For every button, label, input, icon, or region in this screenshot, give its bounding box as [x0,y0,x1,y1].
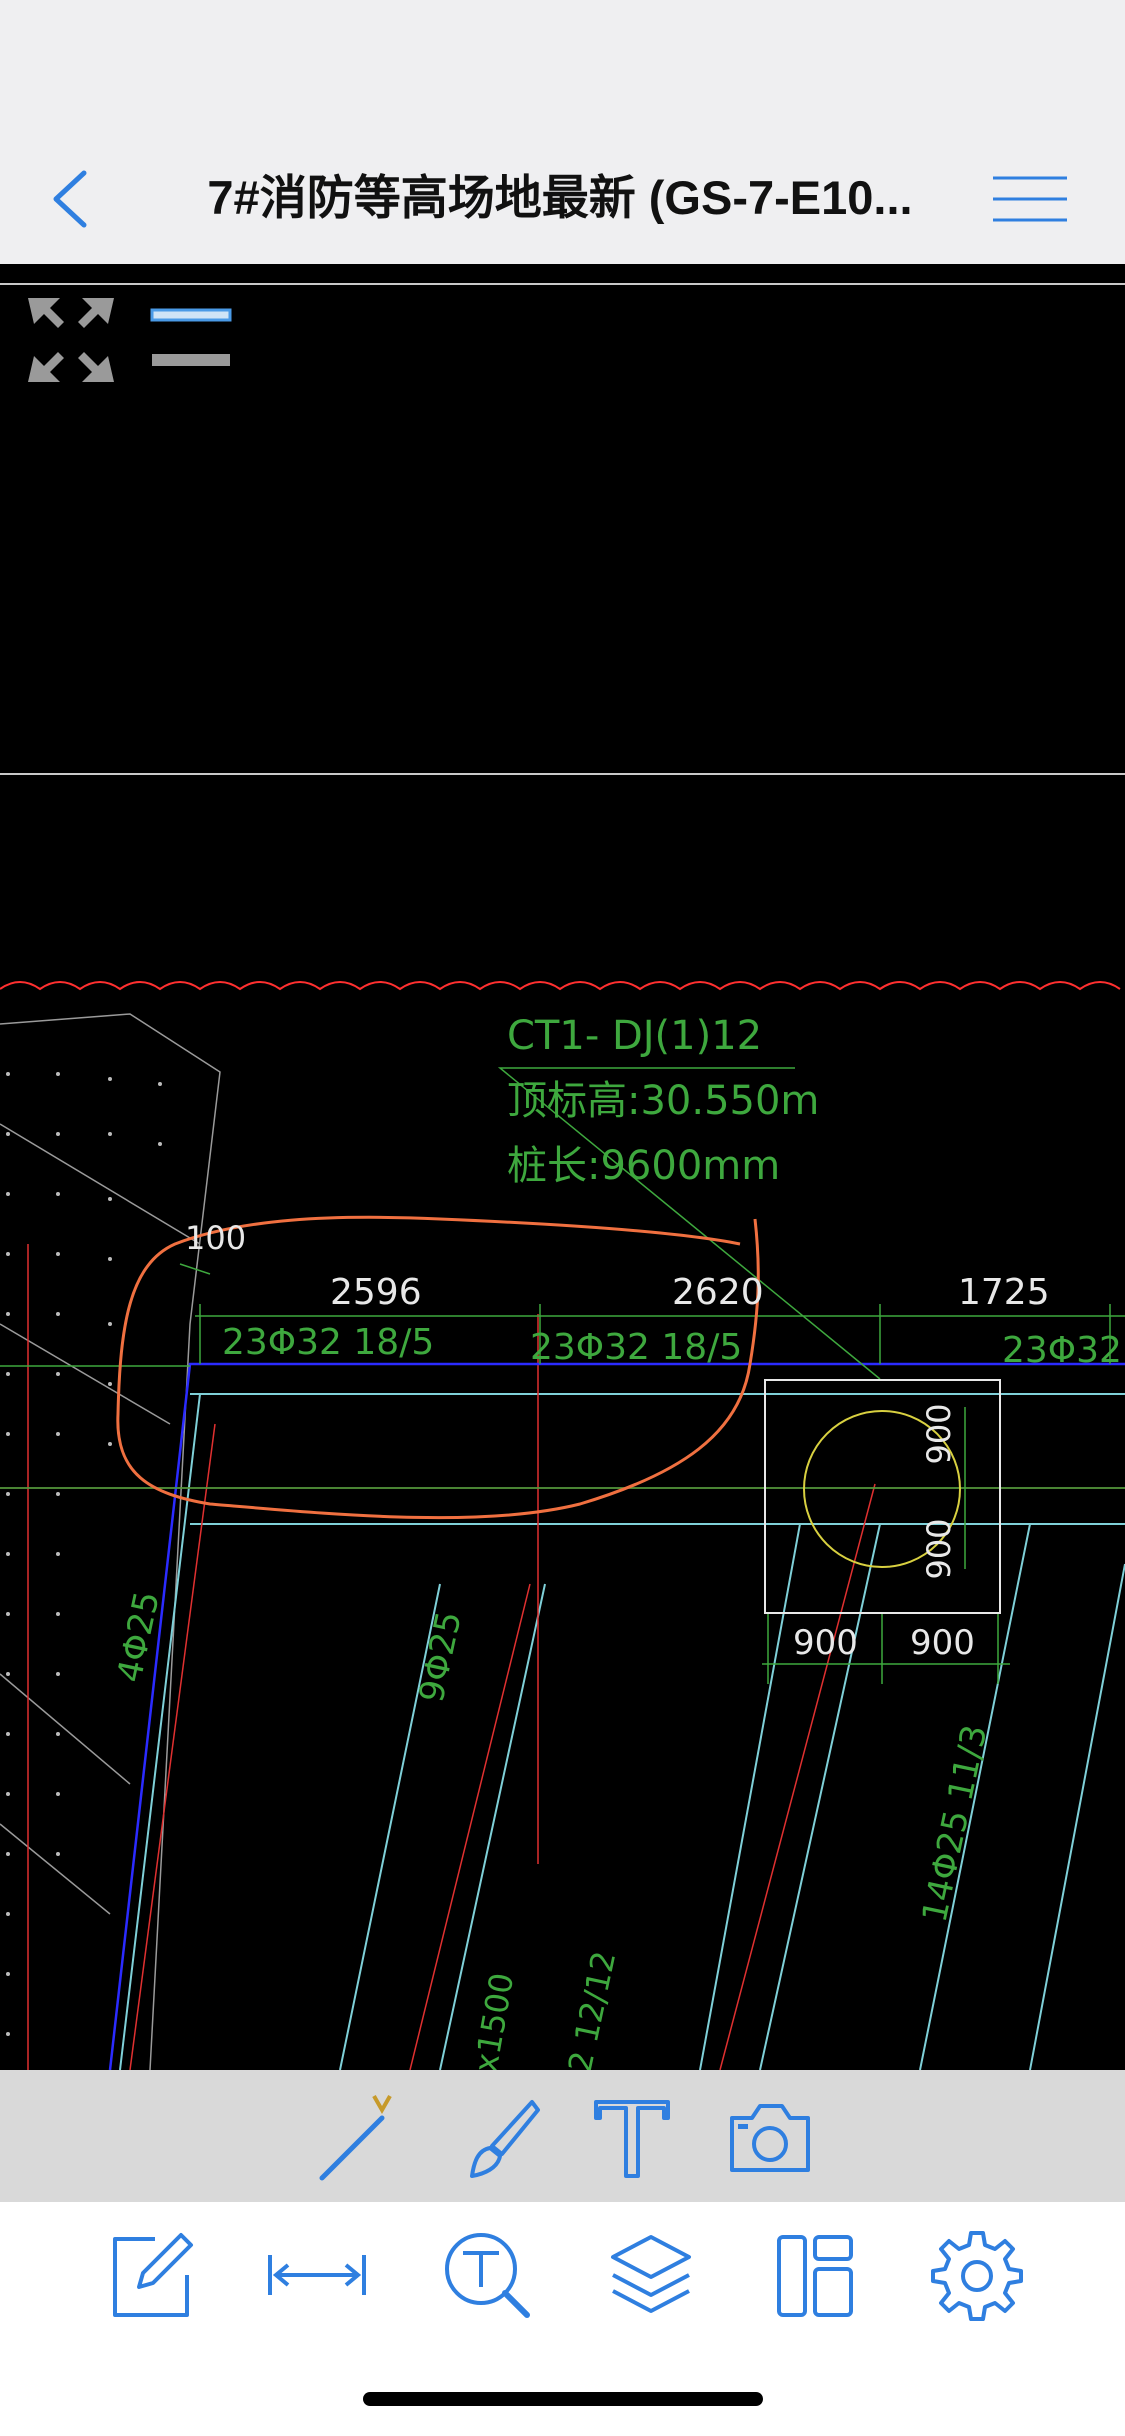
camera-icon [730,2104,810,2172]
edit-icon [113,2233,193,2317]
tab-text-search[interactable] [432,2220,542,2330]
rebar-label-2: 23Φ32 18/5 [530,1327,742,1368]
revision-cloud [0,981,1121,991]
expand-arrows-icon[interactable] [22,292,120,388]
rebar-label-14d25: 14Φ25 11/3 [915,1721,996,1925]
tab-settings[interactable] [922,2220,1032,2330]
measure-icon [268,2255,366,2295]
dim-900-horizontal-2: 900 [910,1623,975,1663]
brush-tool-button[interactable] [448,2088,548,2188]
layer-lines-icon[interactable] [150,308,232,366]
hatch-dots [6,1072,162,2036]
cad-drawing-canvas[interactable]: CT1- DJ(1)12 顶标高:30.550m 桩长:9600mm 100 2… [0,264,1125,2070]
dim-1725: 1725 [958,1272,1050,1313]
cad-drawing: CT1- DJ(1)12 顶标高:30.550m 桩长:9600mm 100 2… [0,283,1125,2070]
bottom-tab-bar [0,2202,1125,2436]
tab-layout[interactable] [760,2220,870,2330]
settings-icon [931,2231,1023,2321]
rebar-label-x1500: x1500 [466,1970,521,2070]
tab-measure[interactable] [262,2220,372,2330]
ann-pile-len: 桩长:9600mm [507,1143,780,1189]
layers-icon [611,2235,691,2313]
home-indicator[interactable] [363,2392,763,2406]
rebar-label-9d25: 9Φ25 [412,1608,470,1706]
dim-900-vertical-2: 900 [920,1518,958,1579]
chevron-left-icon [53,170,87,228]
status-bar-area [0,0,1125,150]
line-icon [319,2095,392,2181]
page-title: 7#消防等高场地最新 (GS-7-E10... [207,171,913,224]
layout-icon [777,2235,853,2317]
rebar-label-4d25: 4Φ25 [110,1588,168,1686]
text-tool-icon [594,2100,670,2178]
hatched-region [0,1013,221,2070]
brush-icon [470,2100,540,2178]
text-search-icon [445,2233,530,2318]
line-tool-button[interactable] [312,2088,412,2188]
menu-button[interactable] [985,166,1075,232]
dim-2620: 2620 [672,1272,764,1313]
text-tool-button[interactable] [582,2088,682,2188]
dim-900-vertical-1: 900 [920,1403,958,1464]
camera-tool-button[interactable] [720,2088,820,2188]
tab-layers[interactable] [596,2220,706,2330]
hamburger-menu-icon [993,176,1067,222]
dim-2596: 2596 [330,1272,422,1313]
markup-tools-bar [0,2070,1125,2202]
tab-edit[interactable] [94,2220,204,2330]
dim-900-horizontal-1: 900 [793,1623,858,1663]
rebar-label-3: 23Φ32 18 [1002,1330,1125,1371]
ann-top-elev: 顶标高:30.550m [507,1078,819,1124]
rebar-label-1212: 2 12/12 [561,1948,624,2070]
back-button[interactable] [40,164,100,234]
rebar-label-1: 23Φ32 18/5 [222,1322,434,1363]
dim-100: 100 [185,1219,246,1257]
navigation-bar: 7#消防等高场地最新 (GS-7-E10... [0,150,1125,264]
ann-header: CT1- DJ(1)12 [507,1013,762,1059]
